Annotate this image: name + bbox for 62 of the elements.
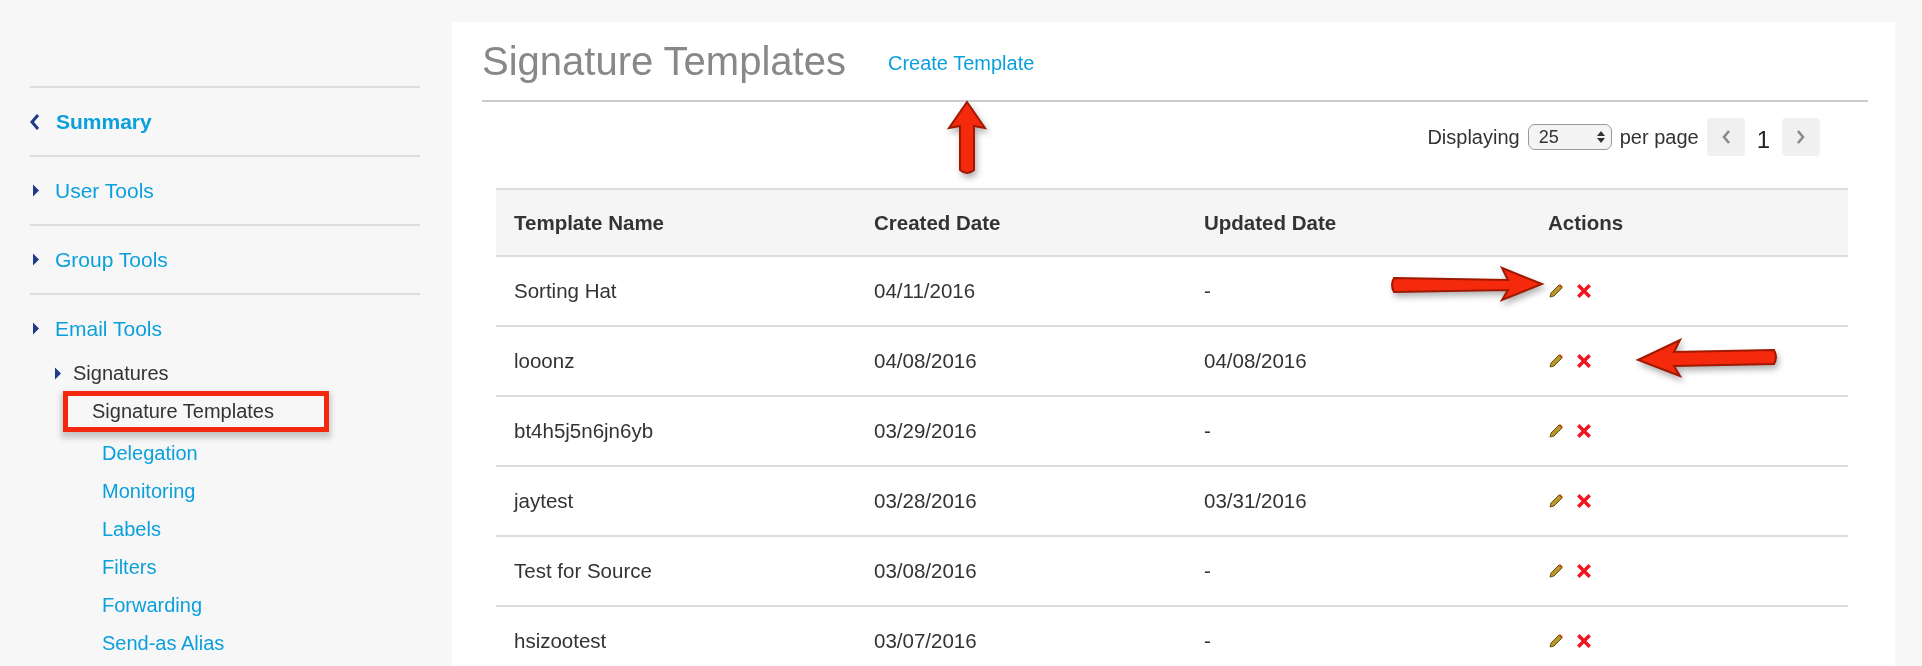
per-page-label: per page — [1619, 125, 1699, 149]
previous-page-button[interactable] — [1706, 118, 1745, 156]
delete-icon[interactable] — [1576, 633, 1592, 649]
column-header: Template Name — [496, 189, 873, 256]
sidebar-link[interactable]: Monitoring — [102, 479, 196, 502]
delete-icon[interactable] — [1576, 283, 1592, 299]
template-name-cell: Test for Source — [514, 559, 652, 582]
column-header: Actions — [1547, 189, 1848, 256]
pencil-icon[interactable] — [1548, 353, 1564, 369]
sidebar-section-link[interactable]: Summary — [56, 109, 152, 134]
sidebar-link[interactable]: Signature Templates — [92, 399, 274, 422]
triangle-right-icon — [55, 366, 61, 380]
column-header: Updated Date — [1203, 189, 1547, 256]
pencil-icon[interactable] — [1548, 493, 1564, 509]
pencil-icon[interactable] — [1548, 423, 1564, 439]
pencil-icon[interactable] — [1548, 563, 1564, 579]
sidebar-link[interactable]: Filters — [102, 555, 157, 578]
delete-icon[interactable] — [1576, 563, 1592, 579]
column-header: Created Date — [873, 189, 1203, 256]
created-date-cell: 04/08/2016 — [874, 349, 977, 372]
template-name-cell: Sorting Hat — [514, 279, 617, 302]
delete-icon[interactable] — [1576, 493, 1592, 509]
triangle-right-icon — [33, 184, 39, 197]
up-down-arrows-icon — [1596, 130, 1605, 144]
chevron-left-icon — [30, 113, 40, 130]
displaying-label: Displaying — [1427, 125, 1520, 149]
current-page-number: 1 — [1756, 126, 1770, 154]
template-name-cell: jaytest — [514, 489, 574, 512]
template-name-cell: bt4h5j5n6jn6yb — [514, 419, 654, 442]
triangle-right-icon — [33, 322, 39, 335]
sidebar-link[interactable]: Forwarding — [102, 593, 203, 616]
sidebar-section-link[interactable]: Email Tools — [55, 316, 162, 341]
created-date-cell: 03/29/2016 — [874, 419, 977, 442]
delete-icon[interactable] — [1576, 353, 1592, 369]
sidebar-link[interactable]: Send-as Alias — [102, 631, 225, 654]
next-page-button[interactable] — [1782, 118, 1820, 156]
pencil-icon[interactable] — [1548, 283, 1564, 299]
sidebar-group-label[interactable]: Signatures — [73, 361, 169, 385]
triangle-right-icon — [33, 253, 39, 266]
updated-date-cell: 03/31/2016 — [1204, 489, 1307, 512]
create-template-link[interactable]: Create Template — [887, 51, 1035, 75]
created-date-cell: 03/28/2016 — [874, 489, 977, 512]
sidebar-link[interactable]: Delegation — [102, 441, 198, 464]
template-name-cell: looonz — [514, 349, 575, 372]
created-date-cell: 04/11/2016 — [874, 279, 976, 302]
created-date-cell: 03/08/2016 — [874, 559, 977, 582]
sidebar-link[interactable]: Labels — [102, 517, 161, 540]
chevron-right-icon — [1796, 129, 1806, 145]
delete-icon[interactable] — [1576, 423, 1592, 439]
sidebar-section-link[interactable]: User Tools — [55, 178, 154, 203]
page-size-select[interactable]: 25 — [1527, 124, 1612, 150]
updated-date-cell: - — [1204, 629, 1211, 652]
updated-date-cell: - — [1204, 279, 1211, 302]
updated-date-cell: - — [1204, 559, 1211, 582]
updated-date-cell: 04/08/2016 — [1204, 349, 1307, 372]
page-title: Signature Templates — [482, 38, 846, 84]
chevron-left-icon — [1720, 129, 1731, 145]
sidebar-section-link[interactable]: Group Tools — [55, 247, 168, 272]
updated-date-cell: - — [1204, 419, 1211, 442]
created-date-cell: 03/07/2016 — [874, 629, 977, 652]
pencil-icon[interactable] — [1548, 633, 1564, 649]
template-name-cell: hsizootest — [514, 629, 607, 652]
